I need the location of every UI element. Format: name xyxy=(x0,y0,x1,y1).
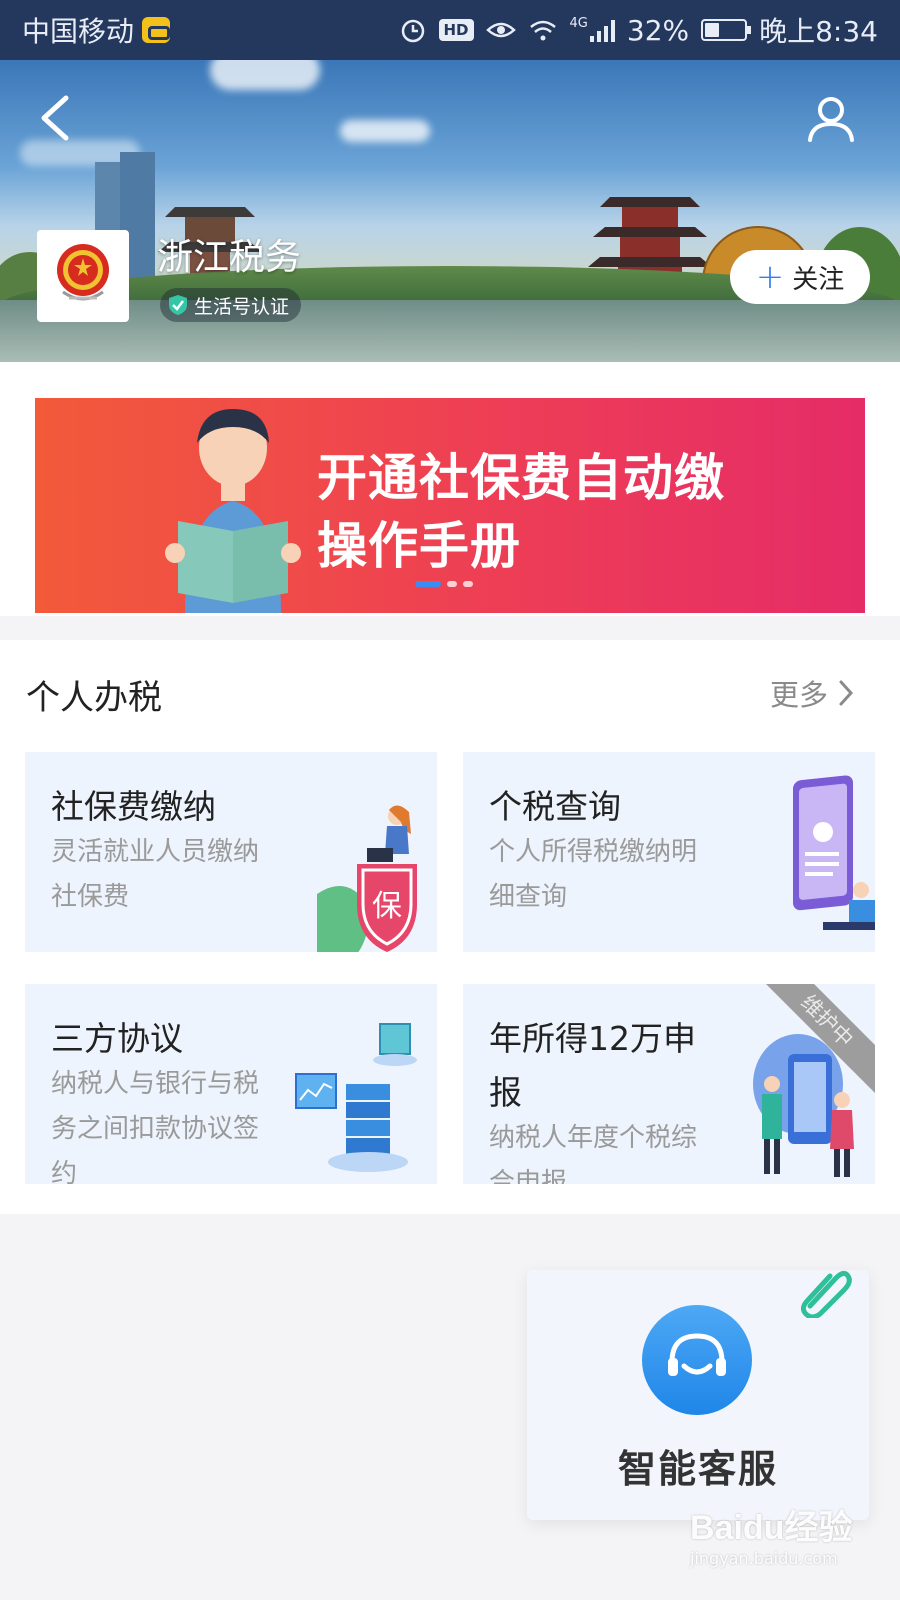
alarm-icon xyxy=(401,19,424,43)
card-title: 三方协议 xyxy=(51,1019,183,1058)
card-income-tax-query[interactable]: 个税查询 个人所得税缴纳明 细查询 xyxy=(463,752,875,952)
back-arrow-icon[interactable] xyxy=(36,94,76,142)
hd-badge: HD xyxy=(438,19,474,41)
card-title: 年所得12万申 xyxy=(489,1019,696,1058)
verify-badge[interactable]: 生活号认证 xyxy=(160,288,302,322)
verify-label: 生活号认证 xyxy=(194,295,290,318)
wifi-icon xyxy=(529,20,556,41)
battery-icon xyxy=(701,19,752,41)
banner-line-1: 开通社保费自动缴 xyxy=(317,449,725,507)
profile-header xyxy=(0,60,900,362)
banner-text: 开通社保费自动缴 操作手册 xyxy=(317,444,725,580)
eye-icon xyxy=(485,22,516,38)
card-desc-line-1: 纳税人年度个税综 xyxy=(489,1123,698,1153)
account-name: 浙江税务 xyxy=(157,237,302,278)
section-title: 个人办税 xyxy=(26,678,162,718)
chevron-right-icon xyxy=(839,680,854,706)
card-desc-line-2: 细查询 xyxy=(489,882,568,912)
card-annual-income-declaration[interactable]: 年所得12万申 报 纳税人年度个税综 合申报 维护中 xyxy=(463,984,875,1184)
card-tripartite-agreement[interactable]: 三方协议 纳税人与银行与税 务之间扣款协议签 约 xyxy=(25,984,437,1184)
card-title-line-2: 报 xyxy=(489,1073,522,1112)
customer-service-label: 智能客服 xyxy=(617,1447,778,1491)
user-icon[interactable] xyxy=(806,94,856,144)
network-type: 4G xyxy=(569,15,588,31)
banner-dot-2[interactable] xyxy=(447,581,457,587)
banner-carousel[interactable]: 开通社保费自动缴 操作手册 xyxy=(35,398,865,613)
more-label: 更多 xyxy=(770,678,829,712)
card-title: 个税查询 xyxy=(489,787,621,826)
server-network-illustration xyxy=(295,1023,417,1172)
svg-text:保: 保 xyxy=(372,889,402,924)
shield-check-icon xyxy=(169,295,187,315)
card-desc-line-2: 社保费 xyxy=(51,882,130,912)
account-logo[interactable] xyxy=(37,230,129,322)
baidu-watermark: Baidu经验 jingyan.baidu.com xyxy=(690,1500,860,1580)
card-desc-line-1: 个人所得税缴纳明 xyxy=(489,837,698,867)
card-desc-line-1: 纳税人与银行与税 xyxy=(51,1069,260,1099)
banner-indicator xyxy=(415,581,473,587)
signal-icon xyxy=(589,18,615,42)
card-social-security[interactable]: 社保费缴纳 灵活就业人员缴纳 社保费 保 xyxy=(25,752,437,952)
watermark-url: jingyan.baidu.com xyxy=(690,1549,838,1568)
card-desc-line-1: 灵活就业人员缴纳 xyxy=(51,837,260,867)
plus-icon: + xyxy=(755,257,785,297)
follow-button[interactable]: + 关注 xyxy=(730,250,870,304)
shield-bao-illustration: 保 xyxy=(317,805,417,952)
status-icons: HD 4G 32% 晚上8:34 xyxy=(399,10,878,50)
paperclip-icon xyxy=(800,1270,852,1318)
carrier-badge-icon xyxy=(142,17,171,43)
clock: 晚上8:34 xyxy=(759,15,878,48)
personal-tax-section: 个人办税 更多 社保费缴纳 灵活就业人员缴纳 社保费 保 个税查询 个人所得税缴… xyxy=(0,640,900,1214)
phone-document-illustration xyxy=(793,775,875,930)
battery-percent: 32% xyxy=(626,13,690,47)
watermark-logo: Baidu经验 xyxy=(690,1509,853,1547)
carrier-name: 中国移动 xyxy=(22,15,135,48)
follow-label: 关注 xyxy=(792,264,845,295)
emblem-logo xyxy=(57,244,109,301)
banner-dot-3[interactable] xyxy=(463,581,473,587)
status-bar: 中国移动 HD 4G 32% 晚上8:34 xyxy=(0,0,900,60)
card-desc-line-2: 务之间扣款协议签 xyxy=(51,1114,260,1144)
headset-icon xyxy=(642,1305,752,1415)
carrier: 中国移动 xyxy=(22,10,171,50)
banner-area: 开通社保费自动缴 操作手册 xyxy=(0,362,900,616)
reading-man-illustration xyxy=(165,409,301,613)
more-link[interactable]: 更多 xyxy=(770,672,854,714)
card-desc-line-3: 约 xyxy=(51,1159,78,1184)
card-desc-line-2: 合申报 xyxy=(489,1168,568,1184)
banner-dot-1[interactable] xyxy=(415,581,441,587)
card-title: 社保费缴纳 xyxy=(51,787,216,826)
banner-line-2: 操作手册 xyxy=(317,517,521,575)
